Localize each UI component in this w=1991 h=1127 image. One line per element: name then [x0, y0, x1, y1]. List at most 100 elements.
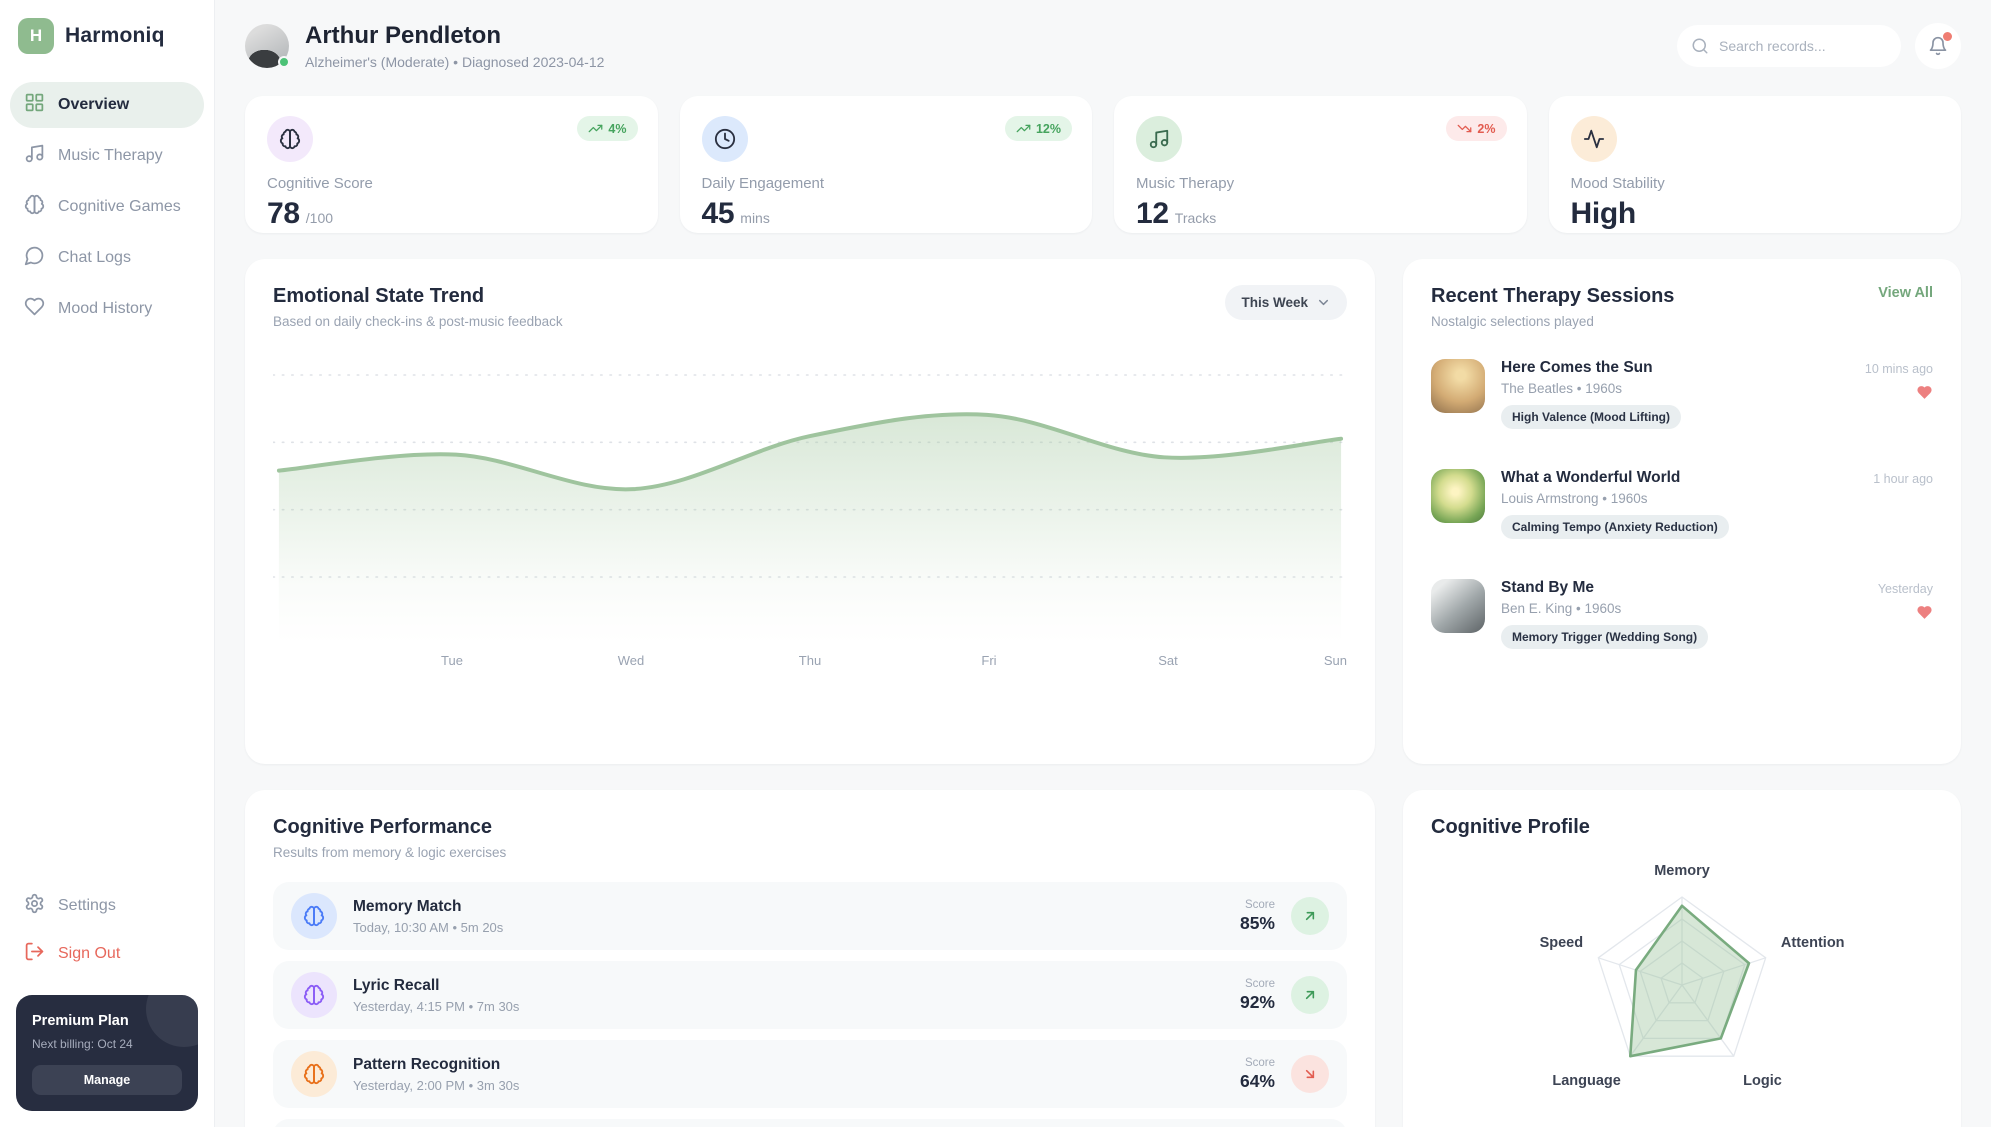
svg-text:Attention: Attention [1781, 935, 1845, 951]
brain-icon [24, 194, 45, 220]
time-range-dropdown[interactable]: This Week [1225, 285, 1347, 320]
sidebar-nav: Overview Music Therapy Cognitive Games C… [10, 82, 204, 332]
cognitive-radar-chart: Memory Attention Logic Language Speed [1431, 863, 1933, 1115]
session-list: Here Comes the Sun The Beatles • 1960s H… [1431, 359, 1933, 649]
patient-diagnosis-meta: Alzheimer's (Moderate) • Diagnosed 2023-… [305, 54, 605, 70]
session-time: 1 hour ago [1873, 472, 1933, 486]
svg-text:Memory: Memory [1654, 863, 1710, 879]
album-art [1431, 469, 1485, 523]
trending-up-icon [1016, 124, 1031, 133]
manage-plan-button[interactable]: Manage [32, 1065, 182, 1095]
heart-icon [24, 296, 45, 322]
exercise-meta: Yesterday, 4:15 PM • 7m 30s [353, 998, 520, 1014]
performance-row[interactable]: Memory Match Today, 10:30 AM • 5m 20s Sc… [273, 882, 1347, 950]
liked-heart-icon[interactable] [1916, 384, 1933, 406]
stat-label: Music Therapy [1136, 175, 1235, 192]
score-value: 92% [1239, 991, 1275, 1012]
gear-icon [24, 893, 45, 919]
sidebar-item-label: Cognitive Games [58, 198, 181, 215]
sidebar-item-overview[interactable]: Overview [10, 82, 204, 128]
recent-therapy-sessions-panel: Recent Therapy Sessions Nostalgic select… [1403, 259, 1961, 764]
x-axis-tick: Wed [617, 653, 645, 668]
song-title: Here Comes the Sun [1501, 359, 1653, 376]
song-title: What a Wonderful World [1501, 469, 1681, 486]
stat-value: High [1570, 197, 1637, 230]
score-trend-button[interactable] [1291, 897, 1329, 935]
arrow-up-right-icon [1305, 911, 1315, 921]
notifications-button[interactable] [1915, 23, 1961, 69]
sidebar-item-music-therapy[interactable]: Music Therapy [10, 133, 204, 179]
music-note-icon [24, 143, 45, 169]
sidebar-item-mood-history[interactable]: Mood History [10, 286, 204, 332]
exercise-name: Memory Match [353, 897, 462, 915]
arrow-down-right-icon [1305, 1069, 1315, 1079]
sidebar-item-cognitive-games[interactable]: Cognitive Games [10, 184, 204, 230]
sidebar-item-label: Settings [58, 897, 116, 914]
session-item[interactable]: Here Comes the Sun The Beatles • 1960s H… [1431, 359, 1933, 429]
score-label: Score [1244, 898, 1275, 911]
panel-title: Cognitive Profile [1431, 816, 1590, 838]
song-title: Stand By Me [1501, 579, 1595, 596]
online-status-dot [278, 56, 290, 68]
x-axis-tick: Tue [441, 653, 463, 668]
trend-badge: 2% [1446, 116, 1507, 141]
sidebar-item-settings[interactable]: Settings [10, 883, 204, 929]
stat-cards-row: Cognitive Score 78 /100 4% Daily Engagem… [245, 96, 1961, 233]
view-all-link[interactable]: View All [1878, 285, 1933, 301]
emotional-state-trend-panel: Emotional State Trend Based on daily che… [245, 259, 1375, 764]
exercise-meta: Yesterday, 2:00 PM • 3m 30s [353, 1077, 520, 1093]
brain-icon [291, 893, 337, 939]
page-title: Arthur Pendleton [305, 22, 501, 49]
performance-row[interactable]: Lyric Recall Yesterday, 4:15 PM • 7m 30s… [273, 961, 1347, 1029]
exercise-name: Pattern Recognition [353, 1055, 501, 1073]
therapy-tag-badge: Calming Tempo (Anxiety Reduction) [1501, 515, 1729, 539]
emotion-area-chart: Tue Wed Thu Fri Sat Sun [273, 363, 1347, 673]
performance-row[interactable]: Pattern Recognition Yesterday, 2:00 PM •… [273, 1040, 1347, 1108]
stat-card-cognitive-score: Cognitive Score 78 /100 4% [245, 96, 658, 233]
cognitive-profile-panel: Cognitive Profile Memory Attention Logic La… [1403, 790, 1961, 1127]
notification-badge-dot [1943, 32, 1952, 41]
x-axis-labels: Tue Wed Thu Fri Sat Sun [273, 653, 1347, 673]
trend-badge: 12% [1004, 116, 1072, 141]
album-art [1431, 359, 1485, 413]
brain-icon [267, 116, 313, 162]
dashboard-grid-icon [24, 92, 45, 118]
sign-out-button[interactable]: Sign Out [10, 931, 204, 977]
brain-icon [291, 1051, 337, 1097]
activity-pulse-icon [1570, 116, 1617, 162]
liked-heart-icon[interactable] [1916, 604, 1933, 626]
premium-plan-card: Premium Plan Next billing: Oct 24 Manage [16, 995, 198, 1111]
svg-text:Language: Language [1552, 1073, 1620, 1089]
chevron-down-icon [1318, 299, 1329, 306]
stat-unit: mins [740, 210, 770, 226]
chat-bubble-icon [24, 245, 45, 271]
sidebar-item-chat-logs[interactable]: Chat Logs [10, 235, 204, 281]
performance-row[interactable] [273, 1119, 1347, 1127]
exercise-name: Lyric Recall [353, 976, 440, 994]
sidebar-item-label: Sign Out [58, 945, 121, 962]
session-item[interactable]: What a Wonderful World Louis Armstrong •… [1431, 469, 1933, 539]
score-trend-button[interactable] [1291, 1055, 1329, 1093]
panel-subtitle: Based on daily check-ins & post-music fe… [273, 314, 563, 329]
song-artist: Ben E. King • 1960s [1501, 601, 1622, 616]
brain-icon [291, 972, 337, 1018]
bottom-row: Cognitive Performance Results from memor… [245, 790, 1961, 1127]
search-input[interactable] [1677, 25, 1901, 67]
performance-list: Memory Match Today, 10:30 AM • 5m 20s Sc… [273, 882, 1347, 1127]
app-name: Harmoniq [65, 24, 165, 47]
score-trend-button[interactable] [1291, 976, 1329, 1014]
stat-card-music-therapy: Music Therapy 12 Tracks 2% [1114, 96, 1527, 233]
music-note-icon [1136, 116, 1182, 162]
x-axis-tick: Fri [981, 653, 997, 668]
session-item[interactable]: Stand By Me Ben E. King • 1960s Memory T… [1431, 579, 1933, 649]
search-icon [1692, 38, 1708, 54]
sidebar: H Harmoniq Overview Music Therapy Cognit… [0, 0, 215, 1127]
score-value: 85% [1239, 912, 1275, 933]
topbar-actions [1677, 23, 1961, 69]
panel-title: Emotional State Trend [273, 285, 485, 307]
therapy-tag-badge: Memory Trigger (Wedding Song) [1501, 625, 1709, 649]
stat-unit: Tracks [1174, 210, 1217, 226]
score-label: Score [1244, 1056, 1275, 1069]
middle-row: Emotional State Trend Based on daily che… [245, 259, 1961, 764]
exercise-meta: Today, 10:30 AM • 5m 20s [353, 919, 504, 935]
